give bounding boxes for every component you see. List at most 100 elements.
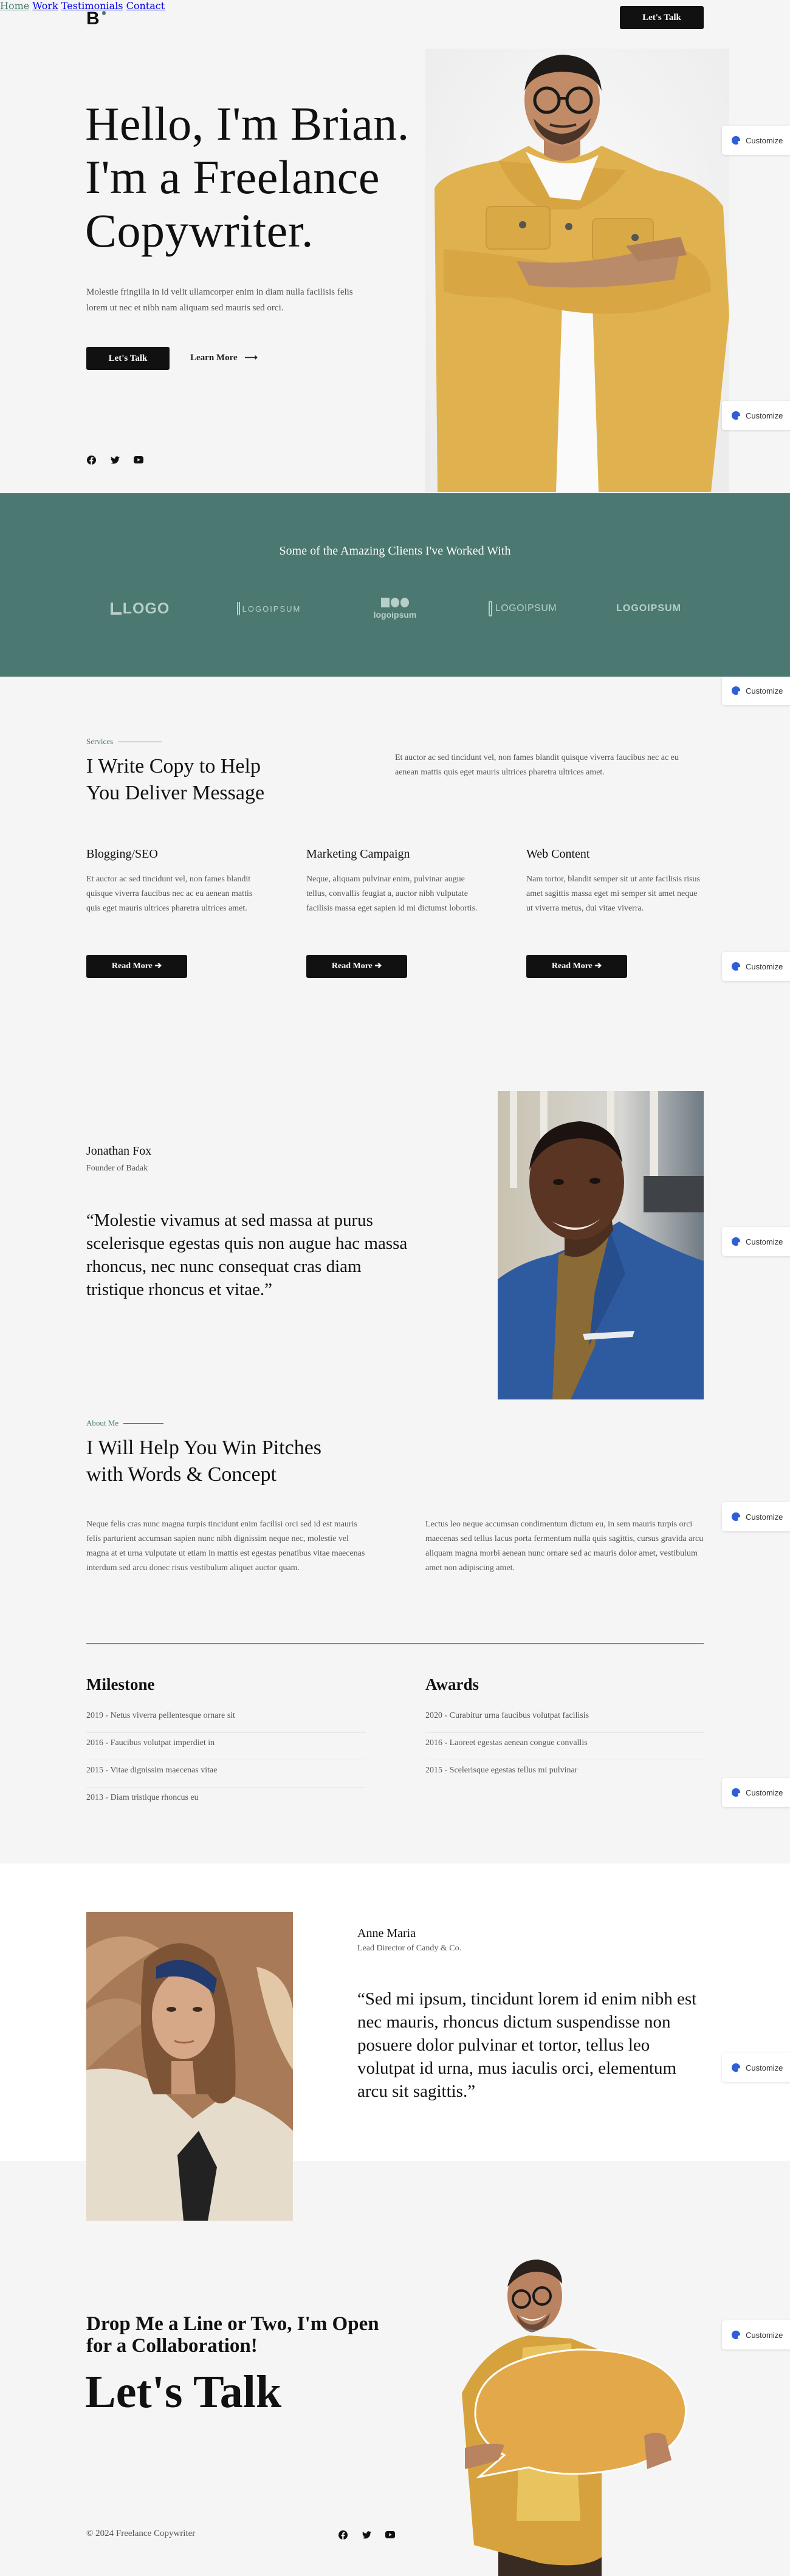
facebook-icon[interactable]	[338, 2530, 348, 2540]
testimonial-quote: “Sed mi ipsum, tincidunt lorem id enim n…	[357, 1989, 697, 2101]
client-logo-text: LOGOIPSUM	[495, 603, 557, 613]
customize-label: Customize	[746, 1512, 783, 1522]
about-title: I Will Help You Win Pitches with Words &…	[86, 1435, 390, 1488]
customize-label: Customize	[746, 1788, 783, 1797]
palette-icon	[732, 2063, 741, 2072]
about-paragraph-right: Lectus leo neque accumsan condimentum di…	[425, 1520, 704, 1573]
service-title: Blogging/SEO	[86, 847, 158, 861]
site-logo[interactable]: B	[86, 10, 100, 28]
read-more-button[interactable]: Read More ➔	[86, 955, 187, 978]
client-logo: logoipsum	[365, 584, 425, 633]
customize-button[interactable]: Customize	[722, 401, 790, 430]
milestone-title: Milestone	[86, 1675, 155, 1693]
facebook-icon[interactable]	[86, 455, 96, 465]
award-item: 2020 - Curabitur urna faucibus volutpat …	[425, 1706, 705, 1733]
palette-icon	[732, 1512, 741, 1521]
testimonial-role: Lead Director of Candy & Co.	[357, 1944, 462, 1953]
milestone-item: 2015 - Vitae dignissim maecenas vitae	[86, 1760, 366, 1788]
award-item: 2015 - Scelerisque egestas tellus mi pul…	[425, 1766, 578, 1775]
cta-subtitle: Drop Me a Line or Two, I'm Open for a Co…	[86, 2313, 379, 2357]
testimonial-photo-jonathan	[498, 1091, 704, 1399]
testimonial-quote: “Molestie vivamus at sed massa at purus …	[86, 1211, 408, 1299]
cta-photo-speech-bubble	[462, 2241, 705, 2576]
service-text: Et auctor ac sed tincidunt vel, non fame…	[86, 875, 253, 913]
twitter-icon[interactable]	[362, 2530, 371, 2540]
client-logo: LOGOIPSUM	[608, 590, 690, 627]
about-title-line: with Words & Concept	[86, 1463, 277, 1486]
palette-icon	[732, 2331, 741, 2339]
awards-list: 2020 - Curabitur urna faucibus volutpat …	[425, 1706, 705, 1788]
palette-icon	[732, 1788, 741, 1797]
testimonial-name: Anne Maria	[357, 1927, 416, 1940]
nav-home[interactable]: Home	[0, 0, 29, 12]
nav-contact[interactable]: Contact	[126, 0, 165, 12]
hero-social-links	[86, 455, 143, 465]
client-logo-text: LOGOIPSUM	[242, 604, 301, 613]
arrow-right-icon: ➔	[374, 962, 382, 971]
customize-label: Customize	[746, 2063, 783, 2072]
service-card-web-content: Web Content Nam tortor, blandit semper s…	[526, 847, 709, 916]
learn-more-label: Learn More	[190, 353, 238, 363]
milestone-list: 2019 - Netus viverra pellentesque ornare…	[86, 1706, 366, 1815]
hero-title-line: Hello, I'm Brian.	[85, 97, 410, 150]
hero-subtitle: Molestie fringilla in id velit ullamcorp…	[86, 287, 353, 313]
youtube-icon[interactable]	[134, 455, 143, 465]
customize-button[interactable]: Customize	[722, 1778, 790, 1807]
awards-title: Awards	[425, 1675, 479, 1693]
footer-social-links	[338, 2530, 395, 2540]
services-title: I Write Copy to Help You Deliver Message	[86, 753, 342, 807]
hero-title-line: Copywriter.	[85, 204, 314, 257]
hero-title-line: I'm a Freelance	[85, 151, 380, 203]
services-title-line: I Write Copy to Help	[86, 755, 261, 777]
services-intro: Et auctor ac sed tincidunt vel, non fame…	[395, 753, 679, 777]
about-eyebrow-label: About Me	[86, 1418, 119, 1427]
customize-button[interactable]: Customize	[722, 676, 790, 705]
palette-icon	[732, 136, 741, 145]
service-card-blogging: Blogging/SEO Et auctor ac sed tincidunt …	[86, 847, 269, 916]
section-divider	[86, 1643, 704, 1644]
read-more-button[interactable]: Read More ➔	[526, 955, 627, 978]
customize-label: Customize	[746, 135, 783, 145]
customize-label: Customize	[746, 411, 783, 420]
header-lets-talk-button[interactable]: Let's Talk	[620, 6, 704, 29]
service-text: Neque, aliquam pulvinar enim, pulvinar a…	[306, 875, 478, 913]
read-more-label: Read More	[111, 962, 153, 971]
client-logo-text: logoipsum	[373, 610, 417, 620]
customize-button[interactable]: Customize	[722, 2320, 790, 2349]
service-title: Marketing Campaign	[306, 847, 410, 861]
read-more-label: Read More	[551, 962, 592, 971]
palette-icon	[732, 686, 741, 695]
palette-icon	[732, 1237, 741, 1246]
youtube-icon[interactable]	[385, 2530, 395, 2540]
client-logo: LOGO	[108, 590, 172, 627]
service-text: Nam tortor, blandit semper sit ut ante f…	[526, 875, 700, 913]
client-logo-text: LOGO	[122, 600, 170, 617]
client-logo-text: LOGOIPSUM	[616, 603, 681, 613]
arrow-right-icon: ➔	[594, 962, 602, 971]
customize-button[interactable]: Customize	[722, 952, 790, 981]
nav-work[interactable]: Work	[32, 0, 58, 12]
arrow-right-icon: ⟶	[244, 353, 258, 363]
testimonial-name: Jonathan Fox	[86, 1144, 152, 1158]
twitter-icon[interactable]	[110, 455, 120, 465]
about-paragraph-left: Neque felis cras nunc magna turpis tinci…	[86, 1520, 365, 1573]
customize-button[interactable]: Customize	[722, 126, 790, 155]
cta-lets-talk-heading[interactable]: Let's Talk	[85, 2368, 281, 2416]
footer-copyright: © 2024 Freelance Copywriter	[86, 2529, 196, 2538]
read-more-button[interactable]: Read More ➔	[306, 955, 407, 978]
arrow-right-icon: ➔	[154, 962, 162, 971]
learn-more-link[interactable]: Learn More ⟶	[190, 352, 258, 363]
milestone-item: 2019 - Netus viverra pellentesque ornare…	[86, 1706, 366, 1733]
client-logo: LOGOIPSUM	[234, 590, 304, 627]
hero-portrait-image	[425, 49, 729, 492]
customize-button[interactable]: Customize	[722, 1502, 790, 1531]
hero-lets-talk-button[interactable]: Let's Talk	[86, 347, 170, 370]
milestone-item: 2016 - Faucibus volutpat imperdiet in	[86, 1733, 366, 1760]
testimonial-role: Founder of Badak	[86, 1164, 148, 1173]
clients-section: Some of the Amazing Clients I've Worked …	[0, 493, 790, 677]
customize-button[interactable]: Customize	[722, 2053, 790, 2082]
services-title-line: You Deliver Message	[86, 782, 265, 804]
milestone-item: 2013 - Diam tristique rhoncus eu	[86, 1793, 199, 1802]
customize-button[interactable]: Customize	[722, 1227, 790, 1256]
testimonial-photo-anne	[86, 1912, 293, 2221]
